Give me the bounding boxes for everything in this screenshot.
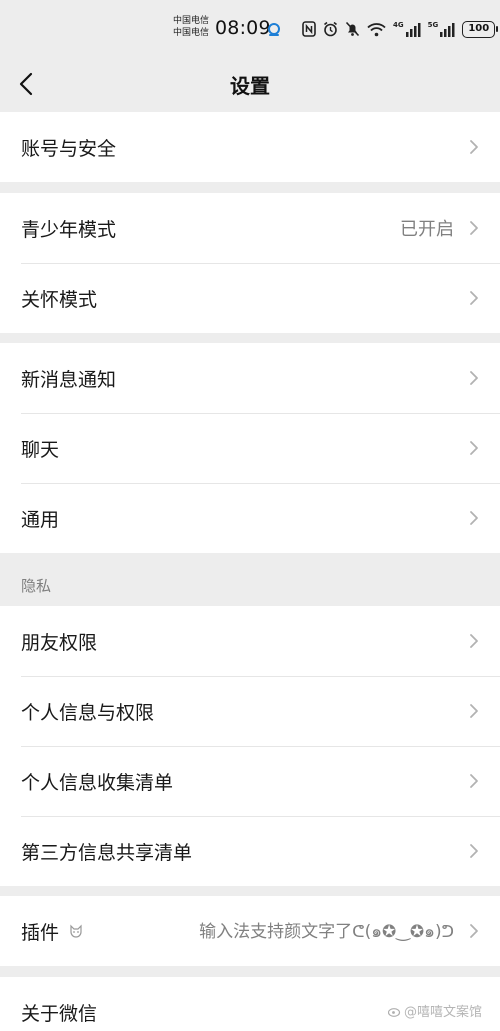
chevron-right-icon [470,441,478,455]
section-header-privacy: 隐私 [21,577,52,595]
network-5g-label: 5G [427,21,439,29]
row-label: 个人信息与权限 [21,701,155,724]
chevron-right-icon [470,704,478,718]
carrier-1: 中国电信 [173,16,210,26]
alarm-icon [323,21,338,37]
row-personal-info-list[interactable]: 个人信息收集清单 [0,746,500,816]
nav-bar: 设置 [0,58,500,110]
chevron-right-icon [470,221,478,235]
status-bar: 中国电信 中国电信 08:09 4G 5G 100 [0,0,500,58]
chevron-right-icon [470,634,478,648]
app-notification-icon [267,22,281,41]
row-notifications[interactable]: 新消息通知 [0,343,500,413]
group-general: 新消息通知 聊天 通用 [0,343,500,553]
teen-mode-status: 已开启 [400,219,454,240]
signal-icon-2 [439,22,455,37]
chevron-right-icon [470,371,478,385]
row-account-security[interactable]: 账号与安全 [0,112,500,182]
watermark: @嘻嘻文案馆 [388,1001,482,1020]
signal-icon-1 [405,22,421,37]
row-plugins[interactable]: 插件 输入法支持颜文字了ᕦ(๑✪‿✪๑)ᕤ [0,896,500,966]
row-teen-mode[interactable]: 青少年模式 已开启 [0,193,500,263]
group-modes: 青少年模式 已开启 关怀模式 [0,193,500,333]
row-general[interactable]: 通用 [0,483,500,553]
row-personal-info-permission[interactable]: 个人信息与权限 [0,676,500,746]
group-account: 账号与安全 [0,112,500,182]
row-label: 聊天 [21,438,60,461]
row-label: 第三方信息共享清单 [21,841,193,864]
row-label: 青少年模式 [21,218,117,241]
page-title: 设置 [230,74,270,98]
carrier-2: 中国电信 [173,28,210,38]
battery-indicator: 100 [462,20,499,38]
status-time: 08:09 [215,17,271,39]
chevron-right-icon [470,511,478,525]
network-4g-label: 4G [393,21,404,29]
chevron-right-icon [470,844,478,858]
row-friends-permission[interactable]: 朋友权限 [0,606,500,676]
fox-badge-icon [69,924,83,938]
chevron-right-icon [470,774,478,788]
row-label: 账号与安全 [21,137,117,160]
wifi-icon [367,22,386,37]
row-label: 插件 [21,921,60,944]
carrier-info: 中国电信 中国电信 [173,15,209,39]
chevron-right-icon [470,924,478,938]
row-care-mode[interactable]: 关怀模式 [0,263,500,333]
row-chat[interactable]: 聊天 [0,413,500,483]
chevron-right-icon [470,291,478,305]
group-plugins: 插件 输入法支持颜文字了ᕦ(๑✪‿✪๑)ᕤ [0,896,500,966]
group-privacy: 朋友权限 个人信息与权限 个人信息收集清单 第三方信息共享清单 [0,606,500,886]
row-label: 个人信息收集清单 [21,771,174,794]
mute-bell-icon [345,21,360,37]
status-icons: 4G 5G 100 [302,20,499,38]
row-label: 通用 [21,508,60,531]
row-third-party-list[interactable]: 第三方信息共享清单 [0,816,500,886]
row-label: 朋友权限 [21,631,98,654]
row-label: 新消息通知 [21,368,117,391]
nfc-icon [302,21,316,37]
plugin-status-text: 输入法支持颜文字了ᕦ(๑✪‿✪๑)ᕤ [199,922,454,942]
weibo-logo-icon [388,1007,401,1017]
row-label: 关怀模式 [21,288,98,311]
chevron-right-icon [470,140,478,154]
watermark-text: @嘻嘻文案馆 [404,1005,483,1020]
row-label: 关于微信 [21,1002,98,1025]
